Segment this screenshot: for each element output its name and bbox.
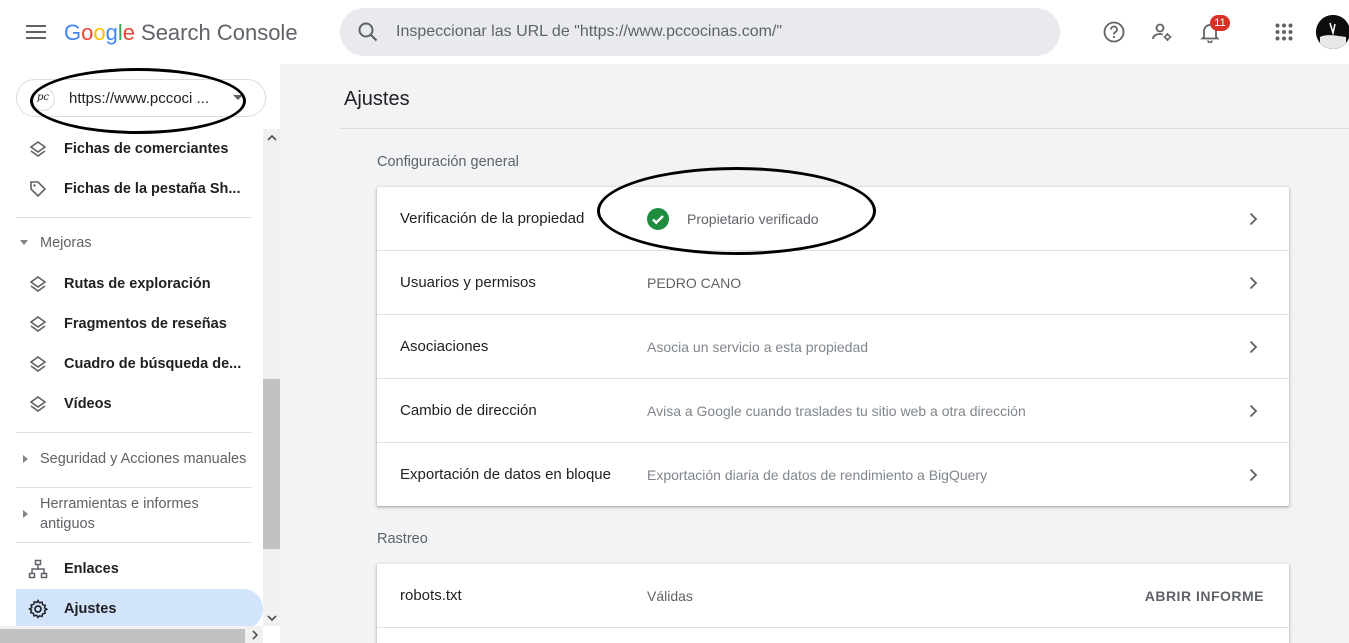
top-app-bar: GoogleSearch Console 11 <box>0 0 1349 64</box>
title-divider <box>340 128 1349 129</box>
sidebar-scrollbar-thumb[interactable] <box>263 379 280 549</box>
property-url: https://www.pccoci ... <box>69 90 210 107</box>
chevron-right-icon <box>1243 273 1263 293</box>
nav-divider <box>16 542 252 543</box>
nav-item-breadcrumbs[interactable]: Rutas de exploración <box>16 264 263 304</box>
row-value: Válidas <box>647 588 693 604</box>
open-report-button[interactable]: ABRIR INFORME <box>1145 588 1264 604</box>
nav-item-label: Cuadro de búsqueda de... <box>64 356 242 372</box>
section-label: Herramientas e informes antiguos <box>40 496 199 532</box>
nav-item-label: Enlaces <box>64 561 119 577</box>
row-label: Asociaciones <box>400 338 489 355</box>
logo-letter: o <box>93 20 106 45</box>
account-avatar[interactable] <box>1316 15 1349 49</box>
nav-item-settings[interactable]: Ajustes <box>16 589 263 629</box>
expand-caret-icon <box>23 510 28 518</box>
chevron-right-icon <box>1243 465 1263 485</box>
row-label: Cambio de dirección <box>400 402 537 419</box>
row-label: Usuarios y permisos <box>400 274 536 291</box>
dropdown-caret-icon <box>233 95 243 100</box>
settings-row-associations[interactable]: Asociaciones Asocia un servicio a esta p… <box>377 315 1289 379</box>
layers-icon <box>28 139 48 159</box>
nav-item-review-snippets[interactable]: Fragmentos de reseñas <box>16 304 263 344</box>
nav-divider <box>16 432 252 433</box>
chevron-right-icon <box>1243 401 1263 421</box>
nav-item-shopping-tab-listings[interactable]: Fichas de la pestaña Sh... <box>16 169 263 209</box>
row-value: Propietario verificado <box>687 211 819 227</box>
nav-item-label: Ajustes <box>64 601 117 617</box>
chevron-right-icon <box>1243 209 1263 229</box>
nav-item-label: Vídeos <box>64 396 112 412</box>
section-label: Seguridad y Acciones manuales <box>40 451 247 467</box>
nav-item-label: Fichas de comerciantes <box>64 141 229 157</box>
layers-icon <box>28 354 48 374</box>
nav-item-links[interactable]: Enlaces <box>16 549 263 589</box>
scroll-down-arrow-icon[interactable] <box>263 609 280 626</box>
row-value: PEDRO CANO <box>647 275 742 291</box>
logo-letter: o <box>81 20 94 45</box>
page-title: Ajustes <box>344 88 410 110</box>
nav-item-label: Fragmentos de reseñas <box>64 316 227 332</box>
section-label: Mejoras <box>40 235 92 251</box>
sitemap-icon <box>28 559 48 579</box>
general-settings-card: Verificación de la propiedad Propietario… <box>377 187 1289 506</box>
product-name: Search Console <box>141 20 298 45</box>
scroll-up-arrow-icon[interactable] <box>263 129 280 146</box>
nav-item-sitelinks-searchbox[interactable]: Cuadro de búsqueda de... <box>16 344 263 384</box>
row-label: robots.txt <box>400 587 462 604</box>
section-header-enhancements[interactable]: Mejoras <box>16 233 256 257</box>
notification-count-badge: 11 <box>1210 15 1230 31</box>
search-icon[interactable] <box>356 20 380 44</box>
settings-row-ownership-verification[interactable]: Verificación de la propiedad Propietario… <box>377 187 1289 251</box>
tag-icon <box>28 179 48 199</box>
section-label-general: Configuración general <box>377 154 519 170</box>
layers-icon <box>28 314 48 334</box>
manage-users-icon[interactable] <box>1146 16 1178 48</box>
row-divider <box>377 627 1289 628</box>
logo-letter: e <box>122 20 136 45</box>
settings-row-change-of-address[interactable]: Cambio de dirección Avisa a Google cuand… <box>377 379 1289 443</box>
nav-item-label: Fichas de la pestaña Sh... <box>64 181 241 197</box>
url-inspection-search-bar[interactable] <box>340 8 1060 56</box>
layers-icon <box>28 394 48 414</box>
section-label-crawling: Rastreo <box>377 531 428 547</box>
property-logo: pc <box>31 87 55 111</box>
scroll-right-arrow-icon[interactable] <box>246 626 263 643</box>
url-inspection-input[interactable] <box>396 8 1046 56</box>
search-console-logo[interactable]: Google Search Console <box>64 19 298 47</box>
collapse-caret-icon <box>20 240 28 245</box>
section-header-legacy-tools[interactable]: Herramientas e informes antiguos <box>16 494 256 538</box>
notifications-bell-icon[interactable]: 11 <box>1194 15 1230 48</box>
settings-row-bulk-data-export[interactable]: Exportación de datos en bloque Exportaci… <box>377 443 1289 507</box>
apps-grid-icon[interactable] <box>1268 16 1300 48</box>
check-circle-icon <box>647 208 669 230</box>
hamburger-menu-icon[interactable] <box>20 16 52 48</box>
settings-row-robots-txt[interactable]: robots.txt Válidas ABRIR INFORME <box>377 564 1289 628</box>
expand-caret-icon <box>23 455 28 463</box>
row-value: Asocia un servicio a esta propiedad <box>647 339 869 355</box>
crawling-settings-card: robots.txt Válidas ABRIR INFORME <box>377 564 1289 643</box>
row-label: Exportación de datos en bloque <box>400 466 611 483</box>
chevron-right-icon <box>1243 337 1263 357</box>
logo-letter: G <box>64 20 82 45</box>
logo-letter: g <box>105 20 118 45</box>
sidebar-vertical-scrollbar[interactable] <box>263 129 280 626</box>
help-icon[interactable] <box>1098 16 1130 48</box>
property-selector[interactable]: pc https://www.pccoci ... <box>16 79 266 117</box>
row-label: Verificación de la propiedad <box>400 210 585 227</box>
nav-list: Fichas de comerciantes Fichas de la pest… <box>0 129 280 643</box>
settings-row-users-permissions[interactable]: Usuarios y permisos PEDRO CANO <box>377 251 1289 315</box>
nav-divider <box>16 217 252 218</box>
row-value: Avisa a Google cuando traslades tu sitio… <box>647 403 1026 419</box>
navigation-drawer: pc https://www.pccoci ... Fichas de come… <box>0 64 280 643</box>
gear-icon <box>28 599 49 619</box>
nav-divider <box>16 487 252 488</box>
nav-item-merchant-listings[interactable]: Fichas de comerciantes <box>16 129 263 169</box>
row-value: Exportación diaria de datos de rendimien… <box>647 467 988 483</box>
nav-item-videos[interactable]: Vídeos <box>16 384 263 424</box>
nav-item-label: Rutas de exploración <box>64 276 211 292</box>
section-header-security[interactable]: Seguridad y Acciones manuales <box>16 449 256 473</box>
layers-icon <box>28 274 48 294</box>
sidebar-hscrollbar-thumb[interactable] <box>0 629 245 643</box>
